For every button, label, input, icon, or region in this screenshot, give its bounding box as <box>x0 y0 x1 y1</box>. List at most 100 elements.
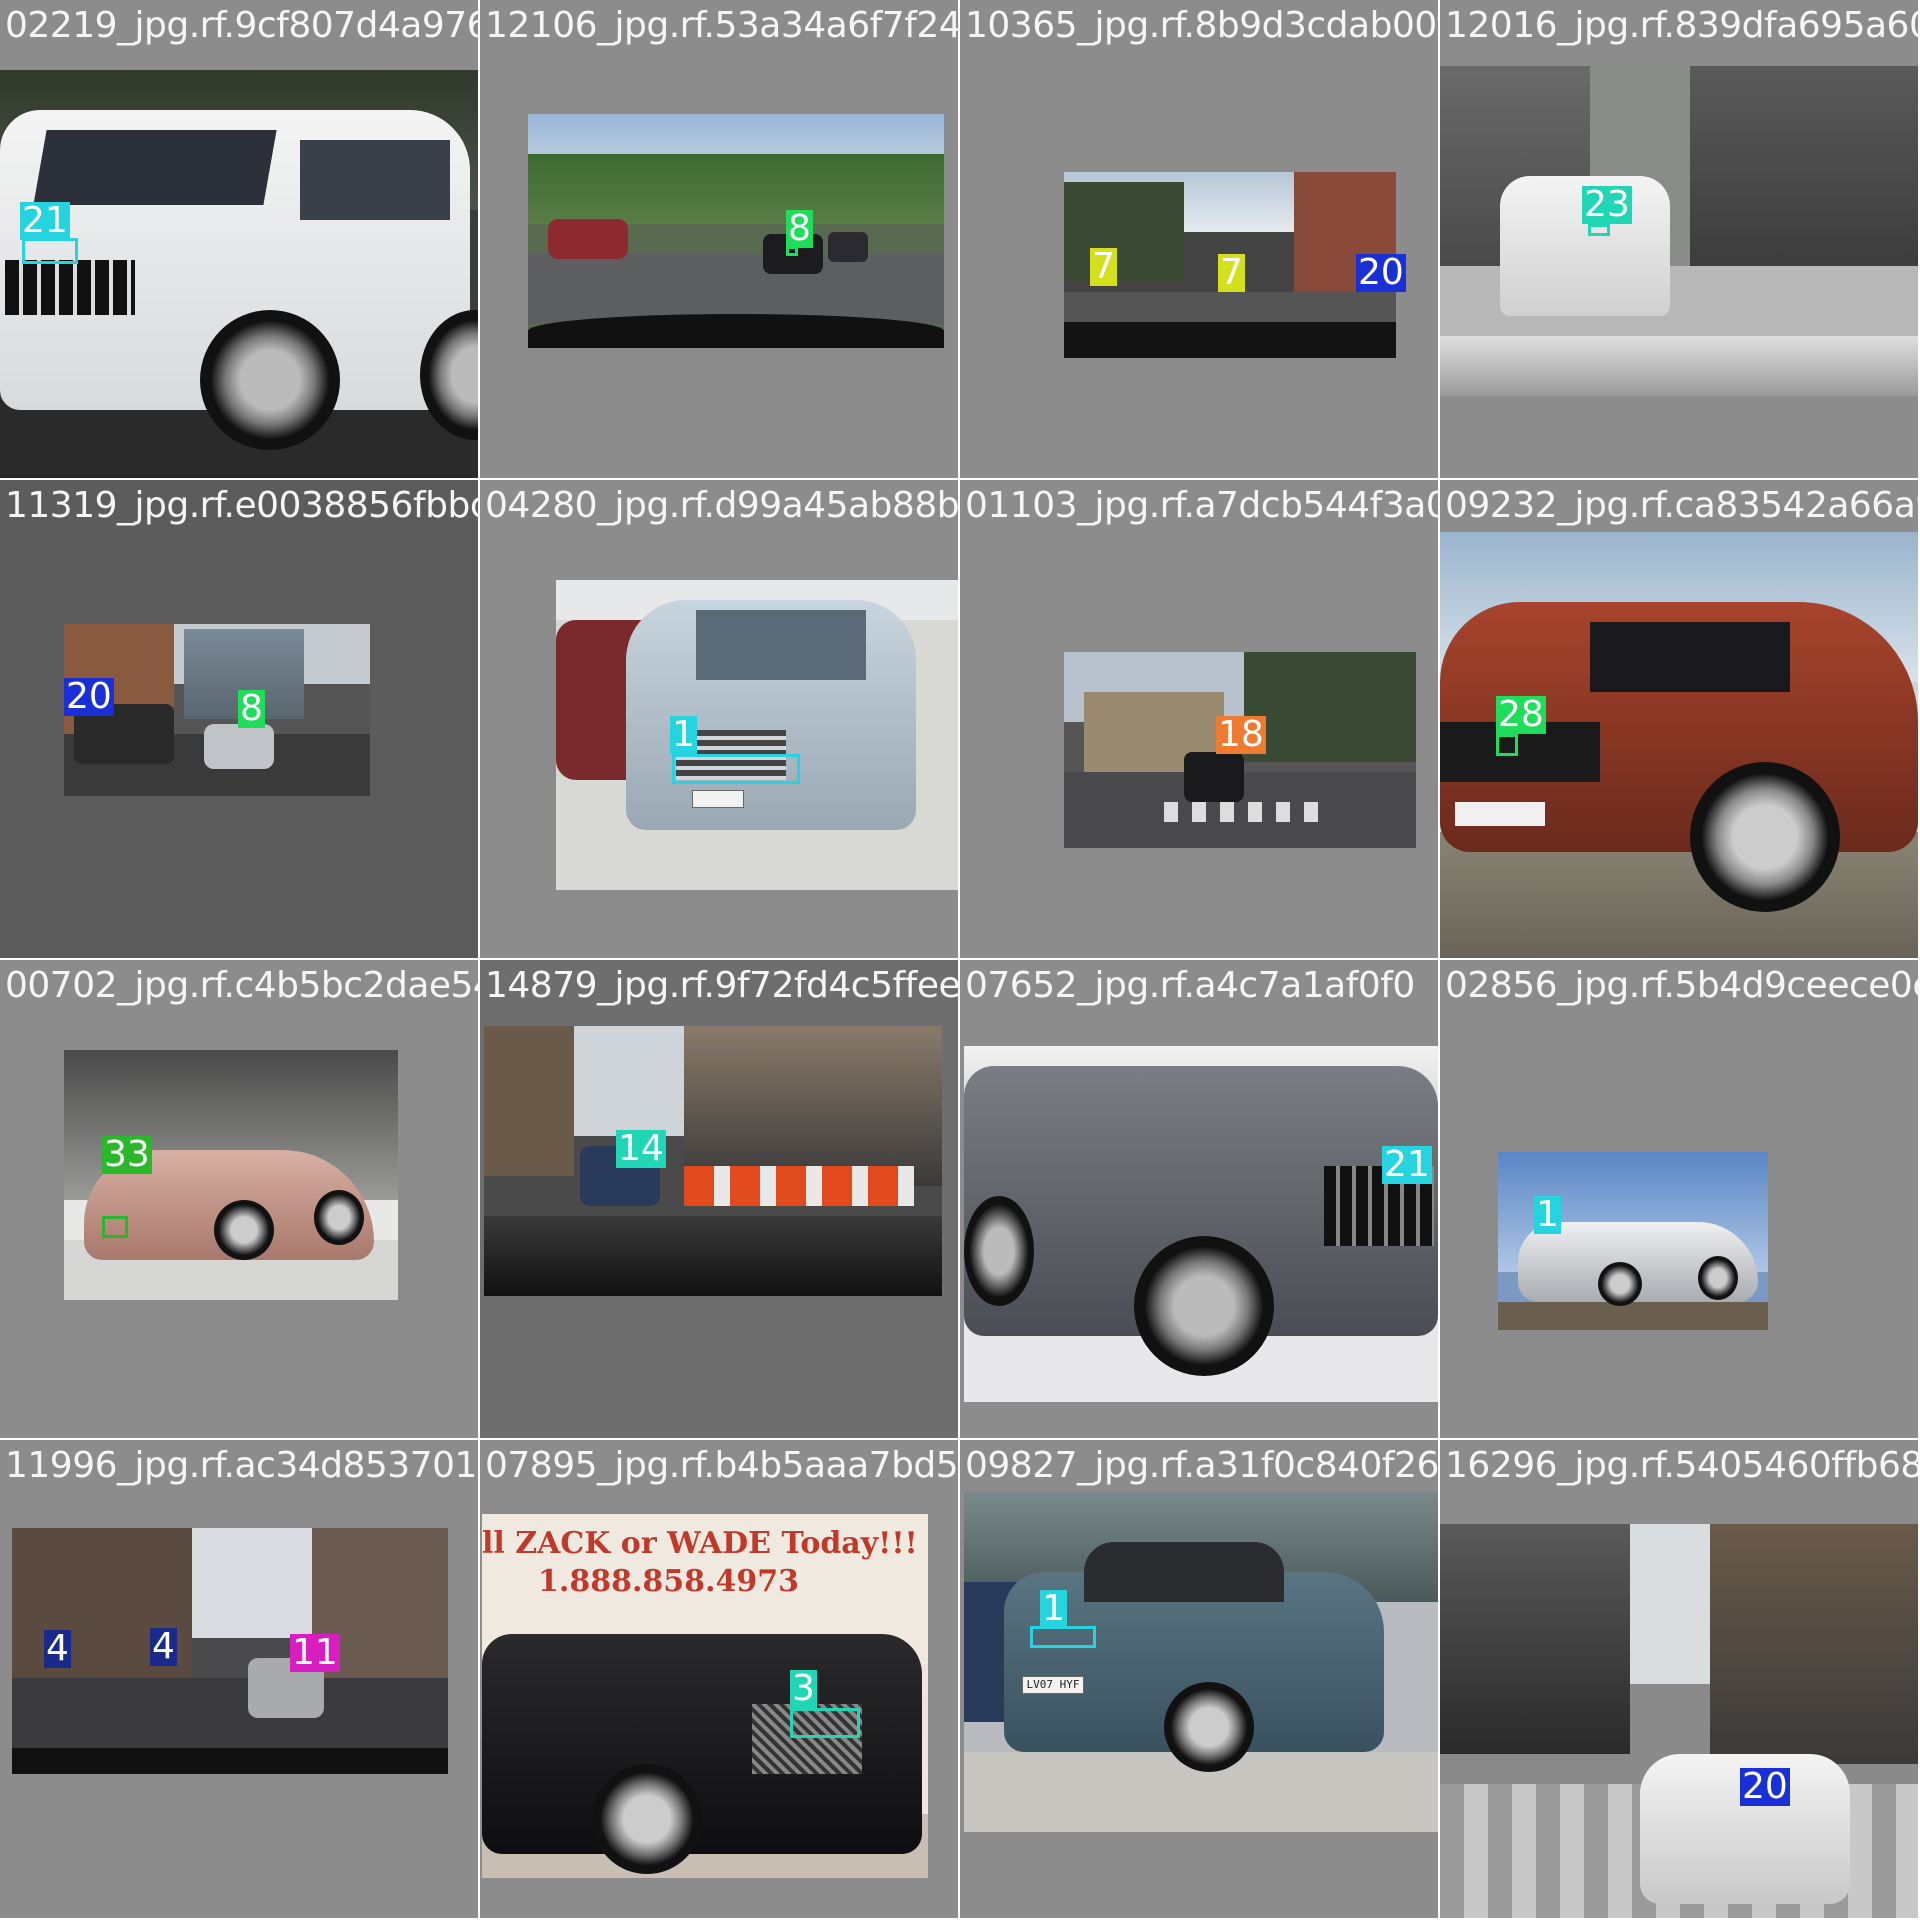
tile-title: 02856_jpg.rf.5b4d9ceece0eb <box>1445 965 1918 1006</box>
tile: 11319_jpg.rf.e0038856fbbcc04280ba737fd8f… <box>0 480 478 958</box>
box-label: 3 <box>790 1668 817 1709</box>
wheel <box>314 1190 364 1245</box>
bounding-box <box>1030 1626 1096 1648</box>
photo <box>12 1528 448 1774</box>
tile: 07895_jpg.rf.b4b5aaa7bd5ba ll ZACK or WA… <box>480 1440 958 1918</box>
ground <box>1498 1302 1768 1330</box>
box-label: 23 <box>1582 184 1632 225</box>
box-label: 1 <box>670 714 697 755</box>
bounding-box <box>672 754 800 784</box>
tile-title: 04280_jpg.rf.d99a45ab88b91103406e2557a7d… <box>485 485 958 526</box>
wheel <box>1698 1256 1738 1300</box>
photo <box>64 1050 398 1300</box>
tile-title: 09232_jpg.rf.ca83542a66a9 <box>1445 485 1918 526</box>
box-label: 11 <box>290 1632 340 1673</box>
tile-title: 02219_jpg.rf.9cf807d4a976e9481633d4b25c8… <box>5 5 478 46</box>
tile-title: 01103_jpg.rf.a7dcb544f3a09232jpg.rf.ca83… <box>965 485 1438 526</box>
bounding-box <box>22 238 78 264</box>
side-window <box>300 140 450 220</box>
tile-title: 12016_jpg.rf.839dfa695a60196 <box>1445 5 1918 46</box>
tile-title: 11996_jpg.rf.ac34d8537013af78954e2b4b5aa… <box>5 1445 478 1486</box>
tile-title: 16296_jpg.rf.5405460ffb68f9 <box>1445 1445 1918 1486</box>
wheel <box>1164 1682 1254 1772</box>
sign-text: 1.888.858.4973 <box>538 1564 799 1599</box>
box-label: 8 <box>238 688 265 729</box>
windshield <box>1590 622 1790 692</box>
sky <box>1620 1524 1720 1684</box>
tile: 02856_jpg.rf.5b4d9ceece0eb 1 <box>1440 960 1918 1438</box>
wheel <box>214 1200 274 1260</box>
wheel-front <box>200 310 340 450</box>
license-plate: LV07 HYF <box>1022 1676 1084 1694</box>
box-label: 20 <box>1356 252 1406 293</box>
photo <box>1440 66 1918 396</box>
road <box>12 1678 448 1748</box>
bounding-box <box>790 1708 860 1738</box>
tile: 02219_jpg.rf.9cf807d4a976e9481633d4b25c8… <box>0 0 478 478</box>
tile: 07652_jpg.rf.a4c7a1af0f0 21 <box>960 960 1438 1438</box>
tile: 11996_jpg.rf.ac34d8537013af78954e2b4b5aa… <box>0 1440 478 1918</box>
windshield <box>33 130 277 205</box>
box-label: 7 <box>1090 246 1117 287</box>
plate-area <box>1455 802 1545 826</box>
wheel <box>1598 1262 1642 1306</box>
trees <box>1064 182 1184 282</box>
box-label: 8 <box>786 208 813 249</box>
bounding-box <box>1588 224 1610 236</box>
tile: 01103_jpg.rf.a7dcb544f3a09232jpg.rf.ca83… <box>960 480 1438 958</box>
wheel-front <box>1134 1236 1274 1376</box>
dashboard <box>12 1748 448 1774</box>
box-label: 21 <box>1382 1144 1432 1185</box>
dashboard <box>1064 322 1396 358</box>
photo <box>484 1026 942 1296</box>
tile-title: 07652_jpg.rf.a4c7a1af0f0 <box>965 965 1415 1006</box>
silver-car <box>204 724 274 769</box>
tile: 12016_jpg.rf.839dfa695a60196 23 <box>1440 0 1918 478</box>
trees <box>528 154 944 224</box>
photo <box>1498 1152 1768 1330</box>
photo <box>0 70 478 478</box>
photo <box>964 1492 1438 1832</box>
tile-title: 14879_jpg.rf.9f72fd4c5ffeebdfd <box>485 965 958 1006</box>
black-suv <box>1184 752 1244 802</box>
tile-title: 09827_jpg.rf.a31f0c840f2675 <box>965 1445 1438 1486</box>
dashboard <box>1440 336 1918 396</box>
buildings-right <box>684 1026 942 1186</box>
tile-title: 11319_jpg.rf.e0038856fbbcc04280ba737fd8f… <box>5 485 478 526</box>
license-plate <box>692 790 744 808</box>
photo <box>556 580 958 890</box>
tile-title: 00702_jpg.rf.c4b5bc2dae5474879bcb6cf9f72… <box>5 965 478 1006</box>
barriers <box>684 1166 914 1206</box>
windshield <box>696 610 866 680</box>
sign-text: ll ZACK or WADE Today!!! <box>482 1526 918 1561</box>
red-car <box>548 219 628 259</box>
buildings-right <box>1690 66 1918 286</box>
wheel-rear <box>964 1196 1034 1306</box>
box-label: 4 <box>44 1628 71 1669</box>
photo <box>1440 1524 1918 1918</box>
convertible-roof <box>1084 1542 1284 1602</box>
photo <box>528 114 944 348</box>
wheel <box>592 1764 702 1874</box>
wheel-front <box>1690 762 1840 912</box>
tile: 09232_jpg.rf.ca83542a66a9 28 <box>1440 480 1918 958</box>
tile: 00702_jpg.rf.c4b5bc2dae5474879bcb6cf9f72… <box>0 960 478 1438</box>
mosaic-grid: 02219_jpg.rf.9cf807d4a976e9481633d4b25c8… <box>0 0 1920 1920</box>
tile-title: 10365_jpg.rf.8b9d3cdab00f947da2b5e6e0f4b… <box>965 5 1438 46</box>
box-label: 20 <box>64 676 114 717</box>
bounding-box <box>102 1216 128 1238</box>
sky <box>564 1026 684 1136</box>
box-label: 21 <box>20 200 70 241</box>
grille <box>5 260 135 315</box>
bounding-box <box>1496 734 1518 756</box>
buildings-left <box>1440 1524 1630 1754</box>
tile: 16296_jpg.rf.5405460ffb68f9 20 <box>1440 1440 1918 1918</box>
tile: 14879_jpg.rf.9f72fd4c5ffeebdfd 14 <box>480 960 958 1438</box>
tile-title: 07895_jpg.rf.b4b5aaa7bd5ba <box>485 1445 958 1486</box>
crosswalk <box>1164 802 1324 822</box>
box-label: 20 <box>1740 1766 1790 1807</box>
box-label: 28 <box>1496 694 1546 735</box>
hood <box>528 314 944 348</box>
buildings-left <box>484 1026 574 1176</box>
road <box>1064 292 1396 322</box>
